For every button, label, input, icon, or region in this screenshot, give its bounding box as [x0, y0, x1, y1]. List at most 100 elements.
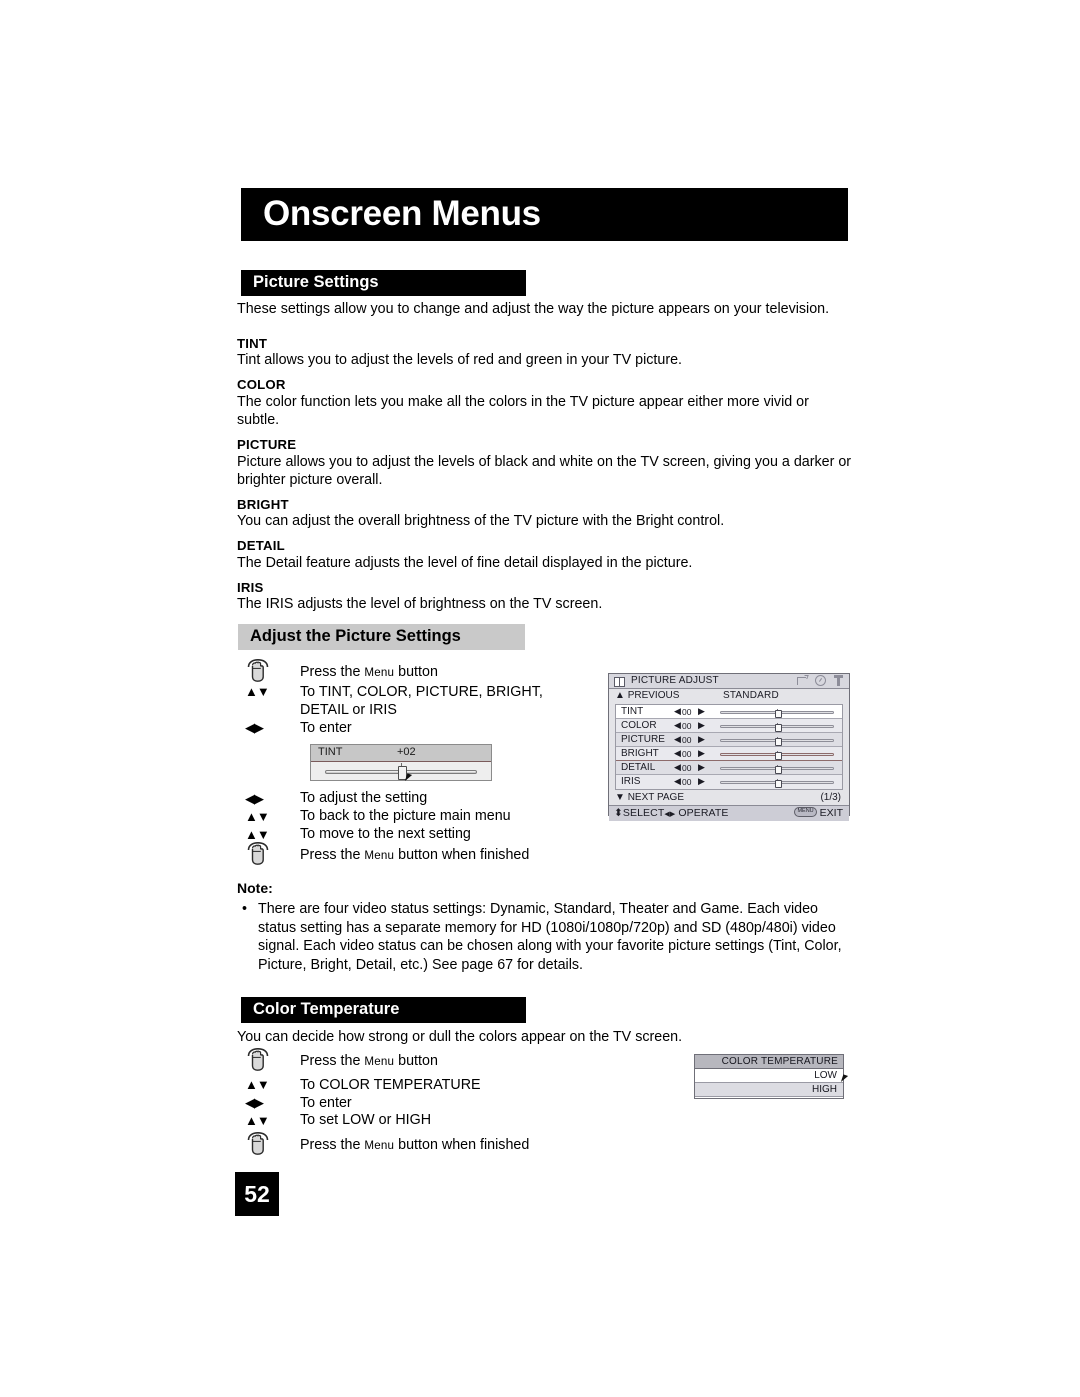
note-label: Note:: [237, 880, 273, 896]
menu-keyword: Menu: [364, 666, 395, 679]
increase-caret-icon[interactable]: ▶: [698, 776, 705, 787]
slider-knob[interactable]: [774, 766, 782, 774]
step-text-pre: Press the: [300, 664, 365, 680]
section-heading-adjust-picture-settings: Adjust the Picture Settings: [238, 624, 525, 650]
option-label: LOW: [814, 1070, 837, 1081]
increase-caret-icon[interactable]: ▶: [698, 748, 705, 759]
tint-adjust-widget: TINT +02: [310, 744, 492, 783]
osd-mode-label: STANDARD: [723, 690, 779, 701]
description-iris: The IRIS adjusts the level of brightness…: [237, 596, 603, 612]
row-slider[interactable]: [720, 764, 834, 774]
menu-keyword: Menu: [364, 849, 395, 862]
osd-next-page-label[interactable]: ▼ NEXT PAGE: [615, 792, 684, 803]
option-label: HIGH: [812, 1084, 837, 1095]
step-text-post: button when finished: [394, 847, 530, 863]
row-value: 00: [682, 762, 692, 773]
row-slider[interactable]: [720, 778, 834, 788]
note-bullet-text: There are four video status settings: Dy…: [258, 901, 842, 973]
osd-row-detail[interactable]: DETAIL ◀ 00 ▶: [616, 761, 842, 775]
manual-page: Onscreen Menus Picture Settings These se…: [0, 0, 1080, 1397]
tint-widget-value: +02: [397, 746, 416, 758]
row-slider[interactable]: [720, 708, 834, 718]
tint-widget-slider-area[interactable]: [311, 762, 491, 783]
subheading-bright: BRIGHT: [237, 497, 289, 512]
increase-caret-icon[interactable]: ▶: [698, 762, 705, 773]
press-hand-icon: [243, 1131, 273, 1161]
section-heading-color-temperature: Color Temperature: [241, 997, 526, 1023]
exit-label: EXIT: [819, 807, 843, 819]
step-text-post: button: [394, 1053, 438, 1069]
decrease-caret-icon[interactable]: ◀: [674, 762, 681, 773]
select-label: SELECT: [622, 807, 665, 819]
osd-picture-adjust[interactable]: PICTURE ADJUST ▲ PREVIOUS STANDARD TINT …: [608, 673, 850, 821]
increase-caret-icon[interactable]: ▶: [698, 720, 705, 731]
osd-ct-option-low[interactable]: LOW: [695, 1069, 843, 1083]
step-text-pre: Press the: [300, 1053, 365, 1069]
subheading-color: COLOR: [237, 377, 286, 392]
osd-footer-exit[interactable]: MENU EXIT: [794, 807, 843, 819]
osd-ct-title-bar: COLOR TEMPERATURE: [695, 1055, 843, 1069]
menu-book-icon: [614, 676, 625, 687]
description-detail: The Detail feature adjusts the level of …: [237, 555, 693, 571]
osd-next-page-row[interactable]: ▼ NEXT PAGE (1/3): [609, 790, 849, 805]
slider-knob[interactable]: [774, 752, 782, 760]
osd-row-picture[interactable]: PICTURE ◀ 00 ▶: [616, 733, 842, 747]
row-label: IRIS: [621, 775, 641, 787]
slider-knob[interactable]: [774, 724, 782, 732]
row-label: DETAIL: [621, 761, 656, 773]
clock-icon: [815, 675, 826, 686]
description-color: The color function lets you make all the…: [237, 394, 809, 428]
osd-row-bright[interactable]: BRIGHT ◀ 00 ▶: [616, 747, 842, 761]
osd-title-bar: PICTURE ADJUST: [609, 674, 849, 689]
section-heading-label: Color Temperature: [253, 1000, 400, 1019]
decrease-caret-icon[interactable]: ◀: [674, 776, 681, 787]
up-down-arrows-icon: ▲▼: [245, 827, 270, 842]
cursor-pointer-icon: [404, 773, 413, 783]
osd-previous-row[interactable]: ▲ PREVIOUS STANDARD: [609, 689, 849, 704]
slider-knob[interactable]: [774, 780, 782, 788]
press-hand-icon: [243, 1047, 273, 1077]
picture-settings-intro: These settings allow you to change and a…: [237, 301, 830, 317]
row-value: 00: [682, 734, 692, 745]
decrease-caret-icon[interactable]: ◀: [674, 706, 681, 717]
increase-caret-icon[interactable]: ▶: [698, 706, 705, 717]
osd-row-iris[interactable]: IRIS ◀ 00 ▶: [616, 775, 842, 789]
step-next-setting-text: To move to the next setting: [300, 826, 471, 842]
section-heading-label: Adjust the Picture Settings: [250, 627, 461, 646]
tint-widget-label: TINT: [318, 746, 343, 758]
ct-step-enter-text: To enter: [300, 1095, 352, 1111]
menu-keyword: Menu: [364, 1055, 395, 1068]
osd-ct-title-label: COLOR TEMPERATURE: [721, 1056, 838, 1067]
row-slider[interactable]: [720, 750, 834, 760]
osd-page-indicator: (1/3): [820, 791, 841, 803]
row-slider[interactable]: [720, 736, 834, 746]
row-slider[interactable]: [720, 722, 834, 732]
folder-icon: [797, 675, 808, 686]
decrease-caret-icon[interactable]: ◀: [674, 748, 681, 759]
step-text-post: button when finished: [394, 1137, 530, 1153]
up-down-arrows-icon: ▲▼: [245, 1113, 270, 1128]
decrease-caret-icon[interactable]: ◀: [674, 720, 681, 731]
step-text-pre: Press the: [300, 847, 365, 863]
step-back-to-main-menu-text: To back to the picture main menu: [300, 808, 511, 824]
osd-row-tint[interactable]: TINT ◀ 00 ▶: [616, 705, 842, 719]
osd-color-temperature[interactable]: COLOR TEMPERATURE LOW HIGH: [694, 1054, 849, 1099]
increase-caret-icon[interactable]: ▶: [698, 734, 705, 745]
step-text-post: button: [394, 664, 438, 680]
section-heading-label: Picture Settings: [253, 273, 379, 292]
page-title: Onscreen Menus: [263, 193, 541, 233]
row-label: PICTURE: [621, 733, 665, 745]
slider-knob[interactable]: [774, 710, 782, 718]
osd-previous-label[interactable]: ▲ PREVIOUS: [615, 690, 679, 701]
up-caret-icon: ▲: [615, 690, 625, 701]
osd-row-color[interactable]: COLOR ◀ 00 ▶: [616, 719, 842, 733]
subheading-iris: IRIS: [237, 580, 264, 595]
step-adjust-setting-text: To adjust the setting: [300, 790, 428, 806]
slider-knob[interactable]: [774, 738, 782, 746]
cursor-pointer-icon: [840, 1074, 849, 1084]
section-heading-picture-settings: Picture Settings: [241, 270, 526, 296]
decrease-caret-icon[interactable]: ◀: [674, 734, 681, 745]
description-picture: Picture allows you to adjust the levels …: [237, 454, 852, 488]
osd-ct-option-high[interactable]: HIGH: [695, 1083, 843, 1097]
row-value: 00: [682, 706, 692, 717]
